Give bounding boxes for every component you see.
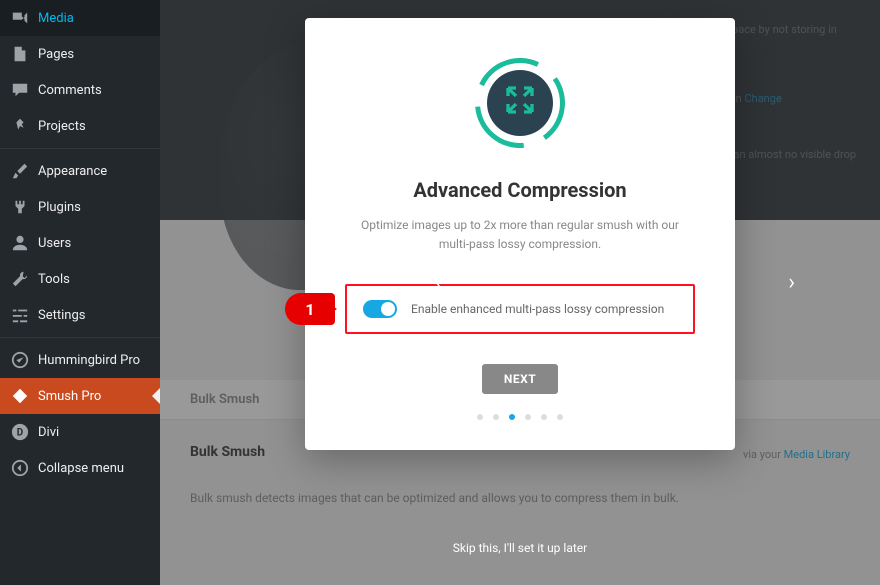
modal-title: Advanced Compression <box>345 178 695 202</box>
modal-description: Optimize images up to 2x more than regul… <box>345 216 695 254</box>
carousel-prev[interactable]: ‹ <box>435 270 442 295</box>
sidebar-item-label: Projects <box>38 119 86 134</box>
sidebar-item-label: Appearance <box>38 164 107 179</box>
media-icon <box>10 8 30 28</box>
sidebar-item-smush[interactable]: Smush Pro <box>0 378 160 414</box>
sidebar-item-label: Plugins <box>38 200 81 215</box>
step-dot[interactable] <box>493 414 499 420</box>
sidebar-item-projects[interactable]: Projects <box>0 108 160 144</box>
next-button[interactable]: NEXT <box>482 364 558 394</box>
step-dot-active[interactable] <box>509 414 515 420</box>
svg-text:D: D <box>17 428 23 439</box>
user-icon <box>10 233 30 253</box>
toggle-row-lossy: Enable enhanced multi-pass lossy compres… <box>345 284 695 334</box>
sidebar-item-divi[interactable]: D Divi <box>0 414 160 450</box>
page-icon <box>10 44 30 64</box>
sidebar-item-label: Smush Pro <box>38 389 101 404</box>
sidebar-item-label: Comments <box>38 83 102 98</box>
sidebar-item-label: Pages <box>38 47 74 62</box>
step-dot[interactable] <box>557 414 563 420</box>
brush-icon <box>10 161 30 181</box>
carousel-next[interactable]: › <box>788 270 795 295</box>
sidebar-item-tools[interactable]: Tools <box>0 261 160 297</box>
skip-link[interactable]: Skip this, I'll set it up later <box>453 541 587 555</box>
menu-separator <box>0 337 160 338</box>
smush-icon <box>10 386 30 406</box>
divi-icon: D <box>10 422 30 442</box>
collapse-icon <box>10 458 30 478</box>
sidebar-item-label: Hummingbird Pro <box>38 353 140 368</box>
sidebar-item-comments[interactable]: Comments <box>0 72 160 108</box>
menu-separator <box>0 148 160 149</box>
sidebar-item-pages[interactable]: Pages <box>0 36 160 72</box>
sidebar-item-label: Collapse menu <box>38 461 124 476</box>
sidebar-item-plugins[interactable]: Plugins <box>0 189 160 225</box>
sidebar-item-label: Tools <box>38 272 70 287</box>
sidebar-item-users[interactable]: Users <box>0 225 160 261</box>
step-dot[interactable] <box>541 414 547 420</box>
modal-overlay: ‹ › Advanced Compression Optimize images… <box>160 0 880 585</box>
step-dots <box>345 414 695 420</box>
annotation-callout: 1 <box>285 293 335 325</box>
callout-number: 1 <box>305 300 314 319</box>
sidebar-item-settings[interactable]: Settings <box>0 297 160 333</box>
sidebar-item-label: Media <box>38 11 74 26</box>
sidebar-item-collapse[interactable]: Collapse menu <box>0 450 160 486</box>
plug-icon <box>10 197 30 217</box>
sidebar-item-label: Divi <box>38 425 59 440</box>
sidebar-item-media[interactable]: Media <box>0 0 160 36</box>
wrench-icon <box>10 269 30 289</box>
admin-sidebar: Media Pages Comments Projects Appearance… <box>0 0 160 585</box>
modal-hero-icon <box>475 58 565 148</box>
step-dot[interactable] <box>525 414 531 420</box>
sidebar-item-label: Users <box>38 236 71 251</box>
hummingbird-icon <box>10 350 30 370</box>
sliders-icon <box>10 305 30 325</box>
sidebar-item-appearance[interactable]: Appearance <box>0 153 160 189</box>
comment-icon <box>10 80 30 100</box>
step-dot[interactable] <box>477 414 483 420</box>
sidebar-item-hummingbird[interactable]: Hummingbird Pro <box>0 342 160 378</box>
toggle-label: Enable enhanced multi-pass lossy compres… <box>411 302 664 316</box>
sidebar-item-label: Settings <box>38 308 85 323</box>
pin-icon <box>10 116 30 136</box>
onboarding-modal: Advanced Compression Optimize images up … <box>305 18 735 450</box>
expand-icon <box>504 84 536 123</box>
toggle-switch-lossy[interactable] <box>363 300 397 318</box>
